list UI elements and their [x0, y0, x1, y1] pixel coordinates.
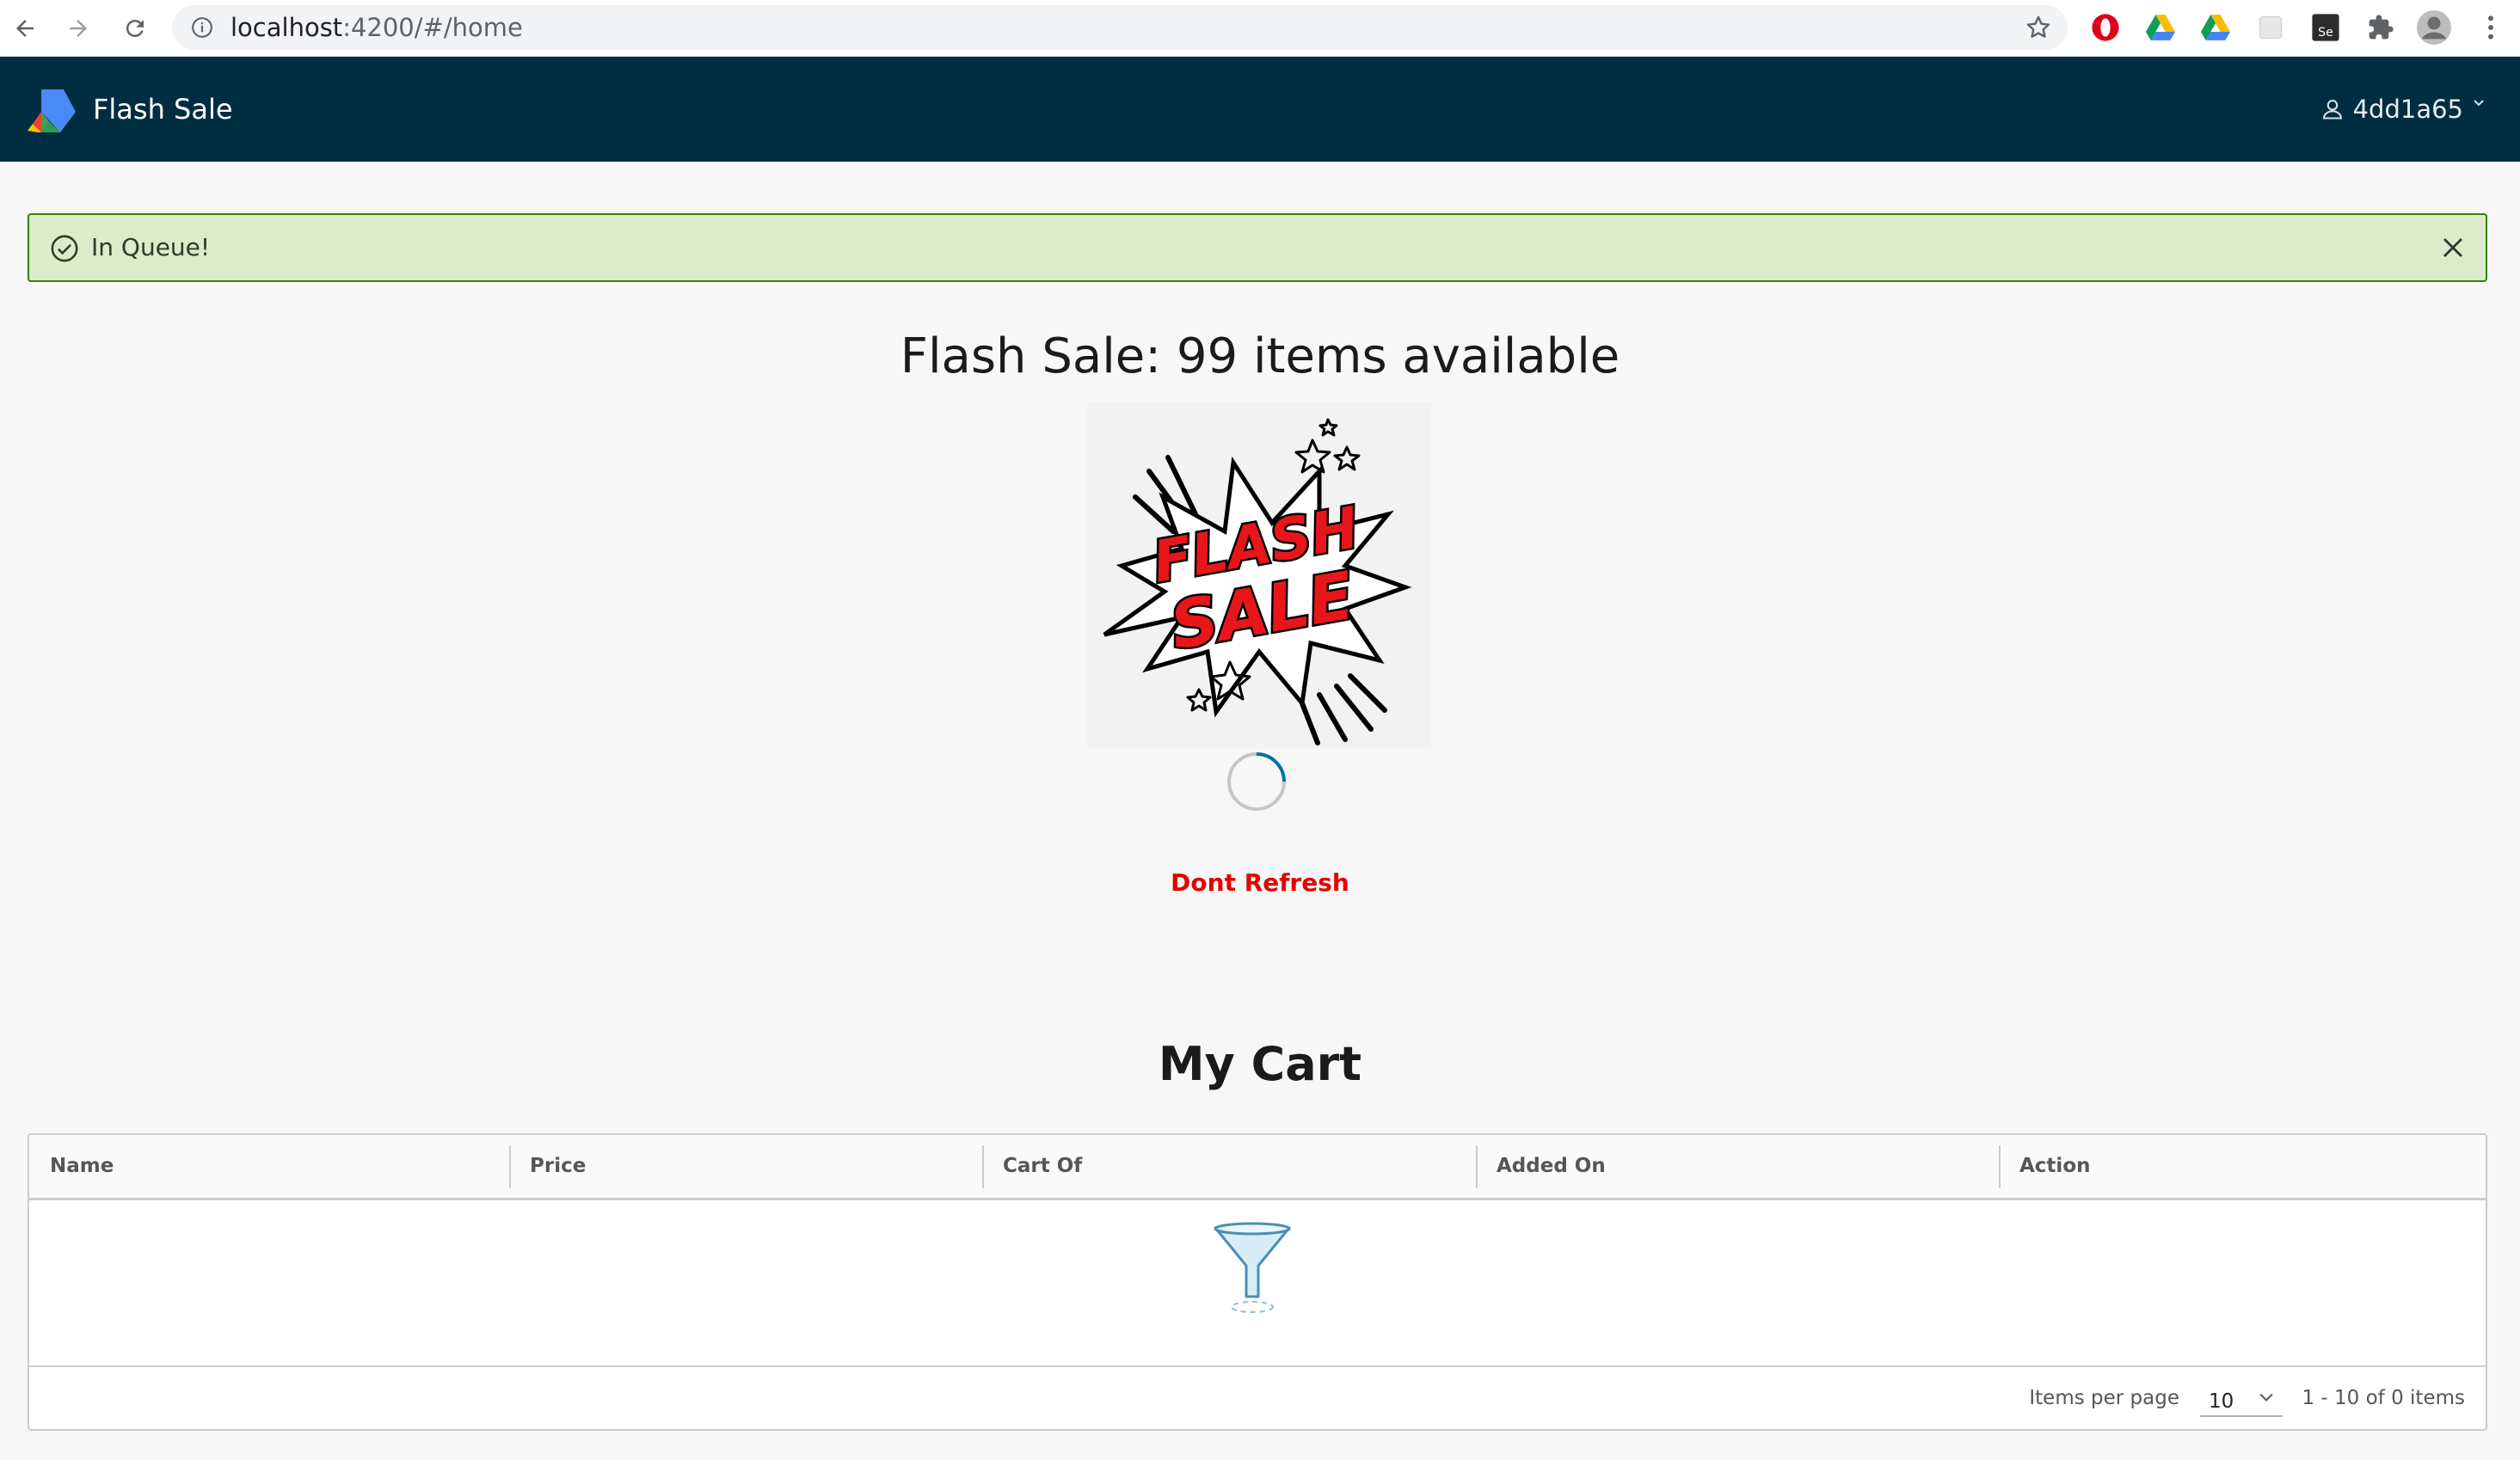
site-info-icon[interactable]	[191, 16, 213, 42]
datagrid-header: Name Price Cart Of Added On Action	[29, 1135, 2486, 1200]
column-header-added-on[interactable]: Added On	[1476, 1135, 1606, 1198]
reload-icon	[126, 20, 144, 38]
puzzle-extensions-icon[interactable]	[2363, 10, 2398, 45]
arrow-left-icon	[16, 20, 34, 37]
url-host: localhost	[230, 13, 343, 42]
column-header-name[interactable]: Name	[29, 1135, 114, 1198]
arrow-right-icon	[70, 20, 87, 37]
username: 4dd1a65	[2352, 95, 2463, 124]
items-per-page-label: Items per page	[2029, 1387, 2179, 1409]
check-circle-icon	[50, 234, 79, 267]
opera-extension-icon[interactable]	[2088, 10, 2123, 45]
selenium-extension-icon[interactable]: Se	[2308, 10, 2343, 45]
datagrid-body	[29, 1200, 2486, 1369]
items-per-page-select[interactable]: 10	[2200, 1383, 2283, 1417]
forward-button[interactable]	[57, 7, 100, 50]
chevron-down-icon	[2474, 100, 2484, 107]
url-path: :4200/#/home	[342, 13, 523, 42]
browser-toolbar: localhost:4200/#/home Se	[0, 0, 2520, 57]
svg-text:Se: Se	[2318, 26, 2333, 40]
flash-sale-image: FLASH SALE	[1087, 402, 1431, 748]
empty-funnel-icon	[1212, 1221, 1293, 1319]
reload-button[interactable]	[114, 7, 157, 50]
datagrid-footer: Items per page 10 1 - 10 of 0 items	[29, 1365, 2486, 1429]
column-header-action[interactable]: Action	[1999, 1135, 2091, 1198]
app-logo-icon[interactable]	[26, 86, 77, 138]
column-header-price[interactable]: Price	[509, 1135, 586, 1198]
column-header-cart-of[interactable]: Cart Of	[982, 1135, 1082, 1198]
success-alert: In Queue!	[28, 213, 2487, 282]
back-button[interactable]	[3, 7, 46, 50]
sale-headline: Flash Sale: 99 items available	[900, 328, 1620, 384]
dont-refresh-warning: Dont Refresh	[1171, 868, 1349, 897]
pagination-info: 1 - 10 of 0 items	[2302, 1387, 2465, 1409]
close-icon	[2443, 238, 2462, 257]
user-menu[interactable]: 4dd1a65	[2320, 57, 2486, 162]
google-drive-icon[interactable]	[2143, 10, 2178, 45]
url-text: localhost:4200/#/home	[230, 5, 523, 50]
items-per-page-value: 10	[2209, 1390, 2234, 1413]
close-alert-button[interactable]	[2434, 229, 2472, 267]
google-drive-icon-2[interactable]	[2198, 10, 2233, 45]
cart-title: My Cart	[1158, 1037, 1362, 1091]
chevron-down-icon	[2259, 1393, 2273, 1402]
browser-menu-icon[interactable]	[2474, 10, 2508, 45]
cart-datagrid: Name Price Cart Of Added On Action Items…	[28, 1133, 2487, 1431]
user-icon	[2322, 100, 2342, 120]
profile-avatar[interactable]	[2417, 10, 2451, 45]
address-bar[interactable]: localhost:4200/#/home	[172, 5, 2068, 50]
loading-spinner	[1226, 751, 1288, 813]
alert-message: In Queue!	[91, 233, 211, 261]
app-title[interactable]: Flash Sale	[93, 57, 233, 162]
blank-extension-icon[interactable]	[2253, 10, 2288, 45]
app-header: Flash Sale 4dd1a65	[0, 57, 2520, 162]
bookmark-star-icon[interactable]	[2025, 14, 2052, 45]
